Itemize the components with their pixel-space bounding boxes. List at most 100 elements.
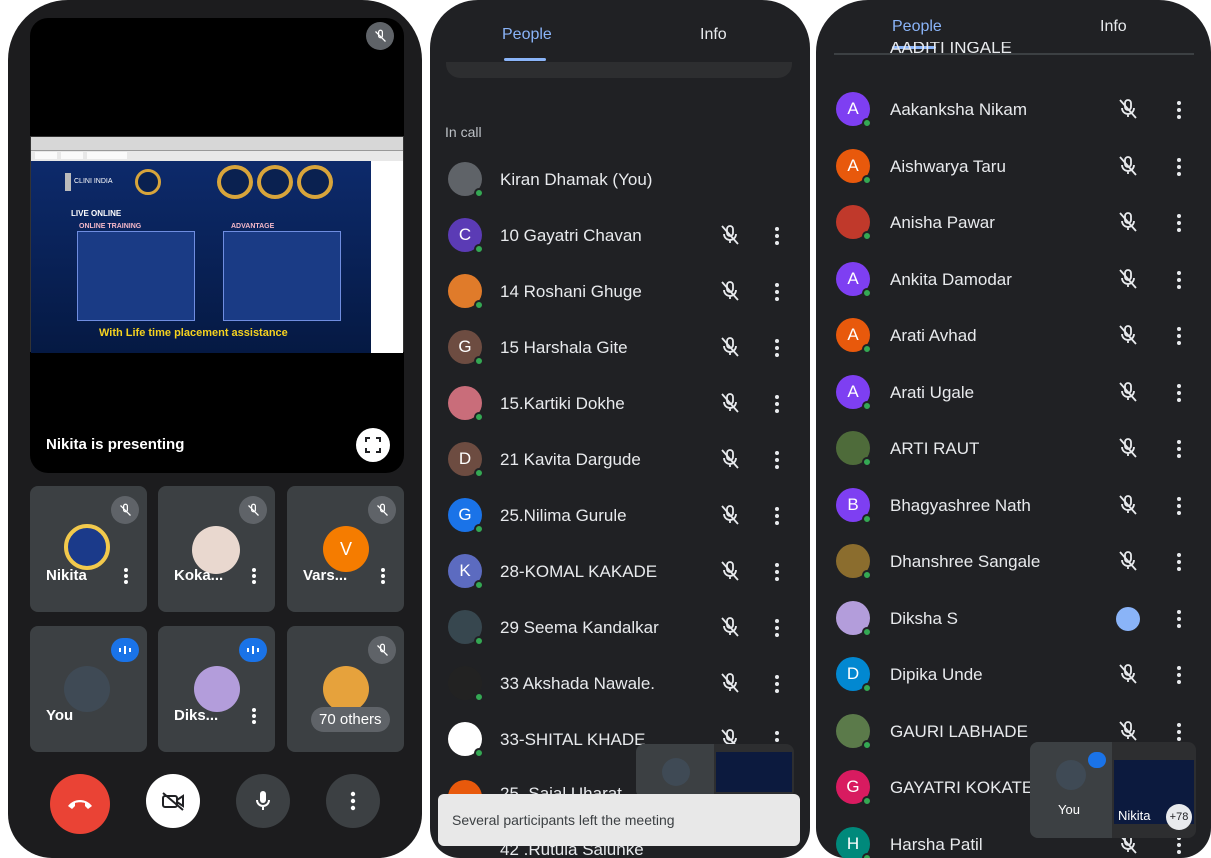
meeting-screen: CLINI INDIA LIVE ONLINE ONLINE TRAINING … [8, 0, 422, 858]
more-vert-icon[interactable] [1176, 326, 1182, 346]
avatar: V [323, 526, 369, 572]
participant-row[interactable]: D Dipika Unde [816, 647, 1211, 703]
mic-off-icon [368, 636, 396, 664]
participant-row[interactable]: B Bhagyashree Nath [816, 478, 1211, 534]
more-vert-icon[interactable] [1176, 383, 1182, 403]
self-view-mini[interactable] [636, 744, 794, 798]
more-vert-icon[interactable] [251, 567, 257, 585]
mic-off-icon [1118, 98, 1138, 120]
participant-row[interactable]: C 10 Gayatri Chavan [430, 208, 810, 264]
slide-footer: With Life time placement assistance [99, 327, 288, 339]
participant-name: Anisha Pawar [890, 213, 995, 232]
avatar [194, 666, 240, 712]
participant-tile-nikita[interactable]: Nikita [30, 486, 147, 612]
self-view-mini[interactable]: You Nikita +78 [1030, 742, 1196, 838]
more-vert-icon[interactable] [774, 450, 780, 470]
fullscreen-icon [365, 437, 381, 453]
participant-tile-koka[interactable]: Koka... [158, 486, 275, 612]
participant-row[interactable]: G 25.Nilima Gurule [430, 488, 810, 544]
online-indicator [862, 400, 872, 411]
more-vert-icon[interactable] [251, 707, 257, 725]
participant-row[interactable]: 29 Seema Kandalkar [430, 600, 810, 656]
more-vert-icon[interactable] [1176, 439, 1182, 459]
tile-name: You [46, 707, 74, 724]
more-vert-icon[interactable] [1176, 665, 1182, 685]
participant-row[interactable]: 15.Kartiki Dokhe [430, 376, 810, 432]
participant-tile-others[interactable]: 70 others [287, 626, 404, 752]
participant-row[interactable]: Kiran Dhamak (You) [430, 152, 810, 208]
more-vert-icon[interactable] [1176, 552, 1182, 572]
participant-row[interactable]: K 28-KOMAL KAKADE [430, 544, 810, 600]
participant-name: 14 Roshani Ghuge [500, 282, 642, 301]
more-vert-icon[interactable] [774, 282, 780, 302]
mic-off-icon [720, 448, 740, 470]
more-options-button[interactable] [326, 774, 380, 828]
participant-name: Dhanshree Sangale [890, 552, 1041, 571]
participant-name: Aakanksha Nikam [890, 100, 1028, 119]
more-vert-icon[interactable] [774, 562, 780, 582]
more-vert-icon[interactable] [380, 567, 386, 585]
mic-off-icon [1118, 155, 1138, 177]
participant-row[interactable]: A Arati Ugale [816, 365, 1211, 421]
participant-tile-vars[interactable]: V Vars... [287, 486, 404, 612]
microphone-button[interactable] [236, 774, 290, 828]
tab-people[interactable]: People [502, 26, 552, 44]
participant-row[interactable]: A Ankita Damodar [816, 252, 1211, 308]
more-vert-icon[interactable] [1176, 722, 1182, 742]
avatar-initial: S [459, 729, 471, 748]
camera-toggle-button[interactable] [146, 774, 200, 828]
tile-name: Koka... [174, 567, 224, 584]
more-vert-icon[interactable] [1176, 213, 1182, 233]
participant-name: Harsha Patil [890, 834, 983, 854]
participant-row[interactable]: A Arati Avhad [816, 308, 1211, 364]
more-vert-icon[interactable] [774, 674, 780, 694]
avatar-initial: A [847, 268, 859, 288]
more-vert-icon[interactable] [774, 338, 780, 358]
participant-name: Ankita Damodar [890, 269, 1012, 289]
tab-people[interactable]: People [892, 18, 942, 36]
online-indicator [862, 626, 872, 637]
participant-name: ARTI RAUT [890, 439, 980, 458]
more-vert-icon[interactable] [1176, 157, 1182, 177]
avatar: D [836, 657, 872, 693]
end-call-button[interactable] [50, 774, 110, 834]
more-vert-icon[interactable] [1176, 270, 1182, 290]
presentation-stage[interactable]: CLINI INDIA LIVE ONLINE ONLINE TRAINING … [30, 18, 404, 473]
participant-row[interactable]: ARTI RAUT [816, 421, 1211, 477]
more-vert-icon[interactable] [774, 394, 780, 414]
online-indicator [862, 118, 872, 128]
more-vert-icon[interactable] [774, 226, 780, 246]
participant-row[interactable]: D 21 Kavita Dargude [430, 432, 810, 488]
mic-off-icon [720, 616, 740, 638]
more-vert-icon[interactable] [1176, 100, 1182, 120]
more-vert-icon[interactable] [1176, 609, 1182, 629]
tile-name: Nikita [46, 567, 87, 584]
participant-row[interactable]: A Aishwarya Taru [816, 139, 1211, 195]
more-vert-icon[interactable] [774, 506, 780, 526]
speaking-icon [1088, 752, 1106, 768]
speaking-icon [111, 638, 139, 662]
participant-tile-you[interactable]: You [30, 626, 147, 752]
participant-row[interactable]: Anisha Pawar [816, 195, 1211, 251]
mic-off-icon [1118, 494, 1138, 516]
more-vert-icon[interactable] [123, 567, 129, 585]
participant-tile-diks[interactable]: Diks... [158, 626, 275, 752]
slide: CLINI INDIA LIVE ONLINE ONLINE TRAINING … [31, 161, 373, 353]
participant-row[interactable]: A Aakanksha Nikam [816, 82, 1211, 138]
participant-row[interactable]: 33 Akshada Nawale. [430, 656, 810, 712]
participant-row[interactable]: G 15 Harshala Gite [430, 320, 810, 376]
more-vert-icon[interactable] [1176, 496, 1182, 516]
tile-name: Vars... [303, 567, 348, 584]
avatar-initial: A [847, 99, 859, 118]
participant-row[interactable]: Dhanshree Sangale [816, 534, 1211, 590]
fullscreen-button[interactable] [356, 428, 390, 462]
camera-off-icon [162, 792, 184, 811]
avatar: G [836, 770, 872, 806]
tab-info[interactable]: Info [700, 26, 727, 44]
participant-name: 25.Nilima Gurule [500, 506, 627, 525]
tab-info[interactable]: Info [1100, 18, 1127, 36]
participant-row[interactable]: Diksha S [816, 591, 1211, 647]
more-vert-icon[interactable] [774, 618, 780, 638]
participant-row[interactable]: 14 Roshani Ghuge [430, 264, 810, 320]
online-indicator [862, 287, 872, 298]
